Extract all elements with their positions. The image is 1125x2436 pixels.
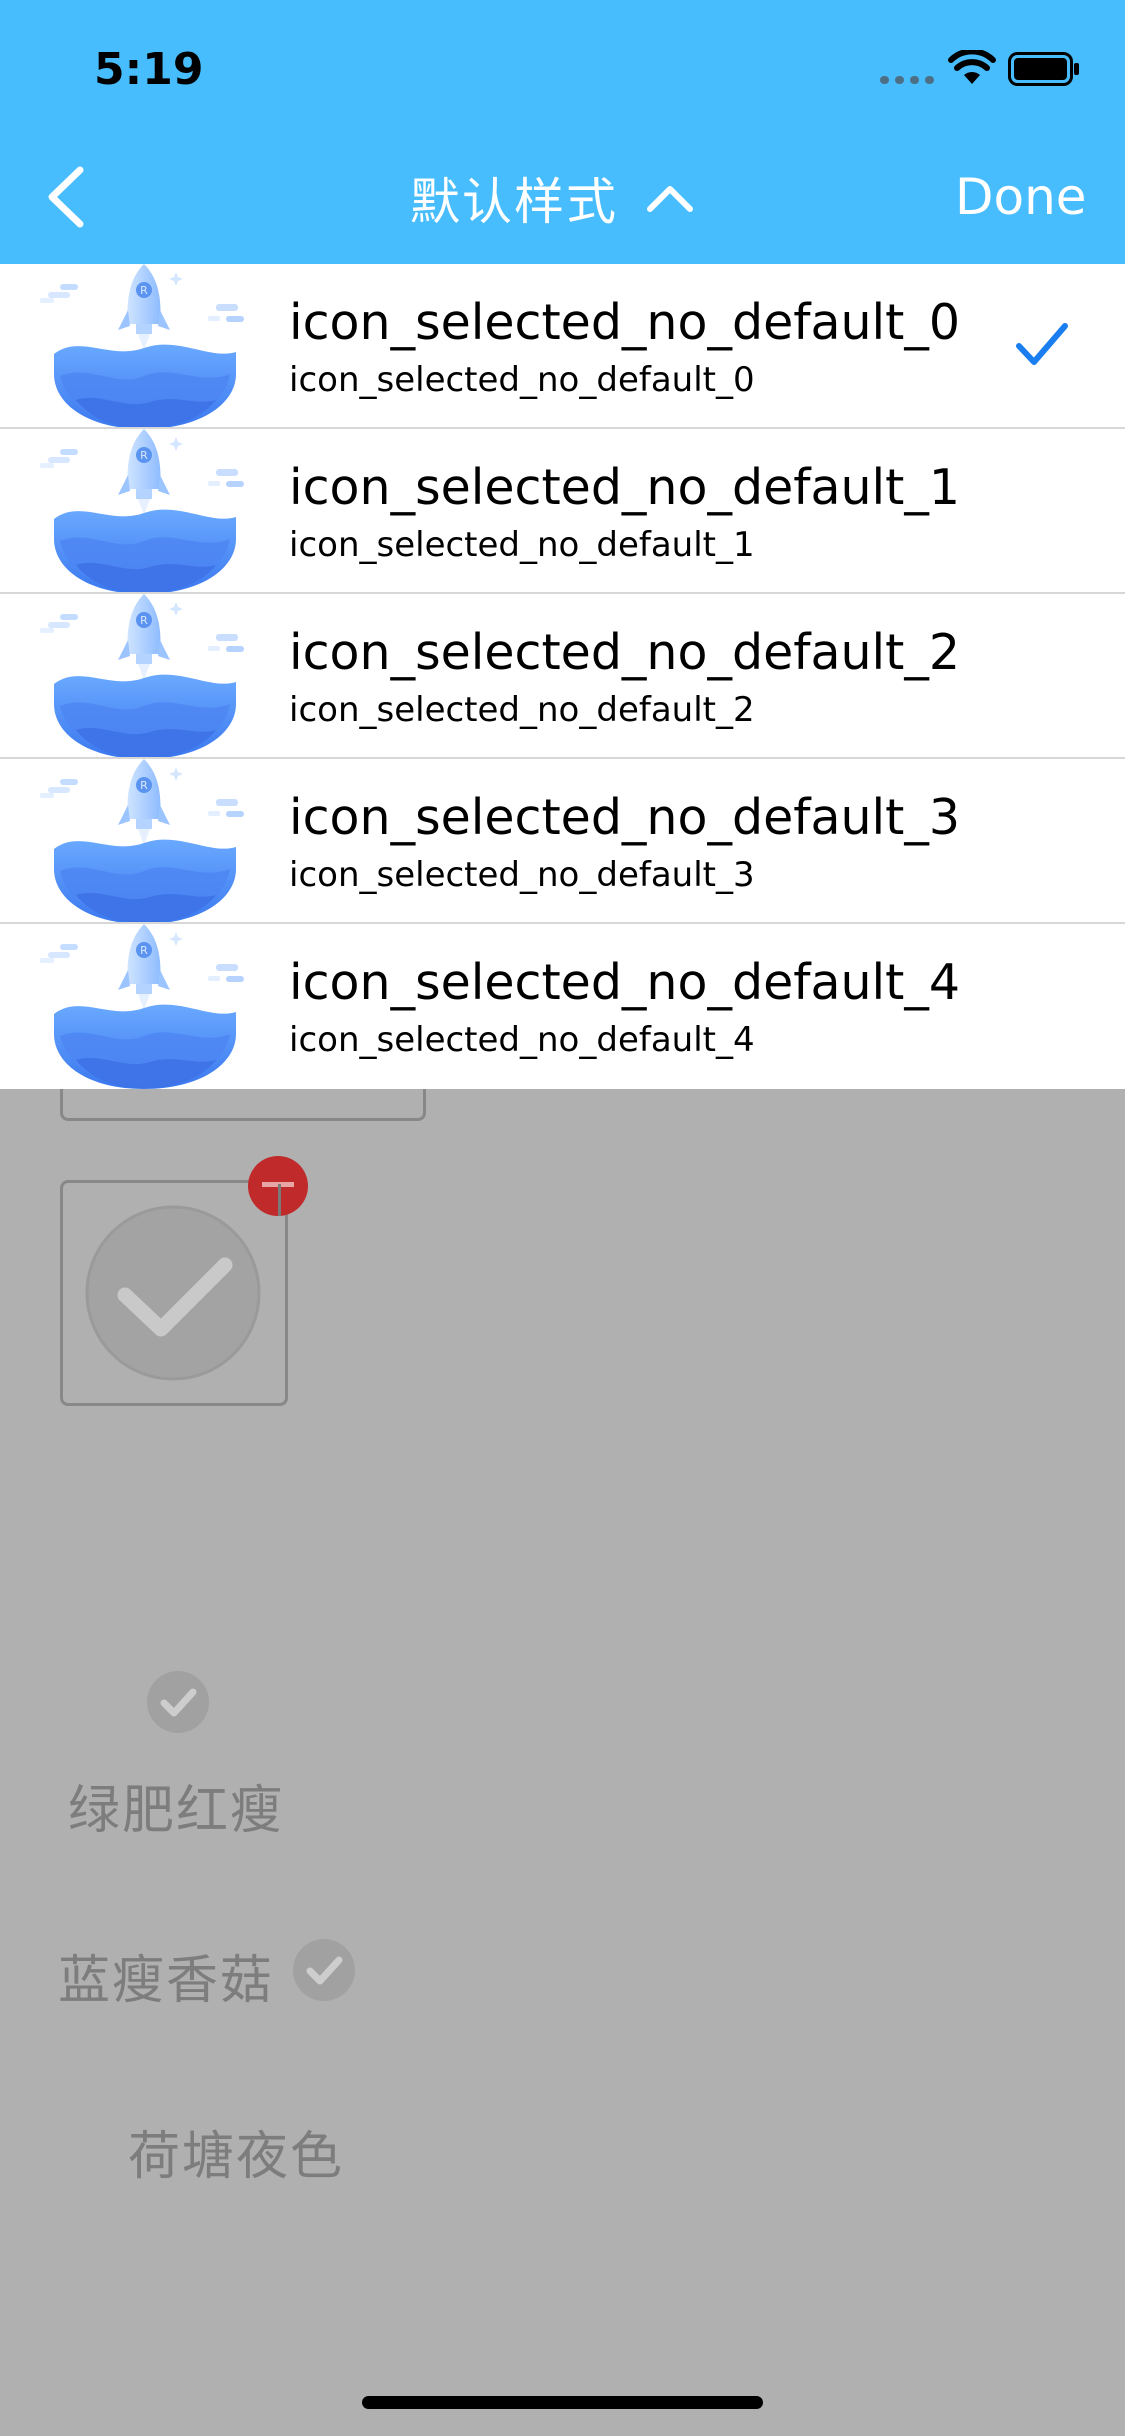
wifi-icon	[948, 50, 996, 84]
list-item-title: icon_selected_no_default_2	[289, 624, 961, 681]
remove-badge-icon[interactable]	[248, 1156, 308, 1216]
rocket-icon	[40, 429, 248, 594]
rocket-icon	[40, 264, 248, 429]
back-chevron-icon[interactable]	[40, 160, 100, 234]
rocket-icon	[40, 594, 248, 759]
page-title: 默认样式	[410, 173, 618, 231]
rocket-icon	[40, 924, 248, 1089]
done-button[interactable]: Done	[955, 168, 1087, 226]
status-time: 5:19	[94, 44, 204, 95]
list-item[interactable]: icon_selected_no_default_3 icon_selected…	[0, 759, 1125, 924]
list-item-subtitle: icon_selected_no_default_0	[289, 360, 755, 400]
list-item-title: icon_selected_no_default_3	[289, 789, 961, 846]
rocket-icon	[40, 759, 248, 924]
list-item[interactable]: icon_selected_no_default_1 icon_selected…	[0, 429, 1125, 594]
screen: 绿肥红瘦 蓝瘦香菇 荷塘夜色 5:19 默认样式 Done icon_selec…	[0, 0, 1125, 2436]
check-circle-icon[interactable]	[146, 1670, 210, 1734]
list-item[interactable]: icon_selected_no_default_2 icon_selected…	[0, 594, 1125, 759]
style-dropdown-list: icon_selected_no_default_0 icon_selected…	[0, 264, 1125, 1089]
list-item[interactable]: icon_selected_no_default_4 icon_selected…	[0, 924, 1125, 1089]
label-he-tang-ye-se: 荷塘夜色	[128, 2127, 345, 2187]
style-picker-toggle[interactable]: 默认样式	[410, 164, 696, 232]
list-item-subtitle: icon_selected_no_default_4	[289, 1020, 755, 1060]
navigation-bar: 5:19 默认样式 Done	[0, 0, 1125, 264]
check-circle-icon[interactable]	[292, 1938, 356, 2002]
battery-icon	[1008, 52, 1079, 86]
list-item-subtitle: icon_selected_no_default_2	[289, 690, 755, 730]
signal-icon	[880, 76, 936, 84]
label-lv-fei-hong-shou: 绿肥红瘦	[68, 1781, 285, 1841]
label-lan-shou-xiang-gu: 蓝瘦香菇	[58, 1951, 275, 2011]
chevron-up-icon	[647, 186, 693, 212]
checkmark-circle-icon	[85, 1205, 261, 1381]
list-item-title: icon_selected_no_default_1	[289, 459, 961, 516]
home-indicator	[362, 2396, 763, 2409]
list-item[interactable]: icon_selected_no_default_0 icon_selected…	[0, 264, 1125, 429]
list-item-subtitle: icon_selected_no_default_1	[289, 525, 755, 565]
list-item-title: icon_selected_no_default_4	[289, 954, 961, 1011]
list-item-title: icon_selected_no_default_0	[289, 294, 961, 351]
list-item-subtitle: icon_selected_no_default_3	[289, 855, 755, 895]
checkmark-icon	[1016, 323, 1068, 365]
